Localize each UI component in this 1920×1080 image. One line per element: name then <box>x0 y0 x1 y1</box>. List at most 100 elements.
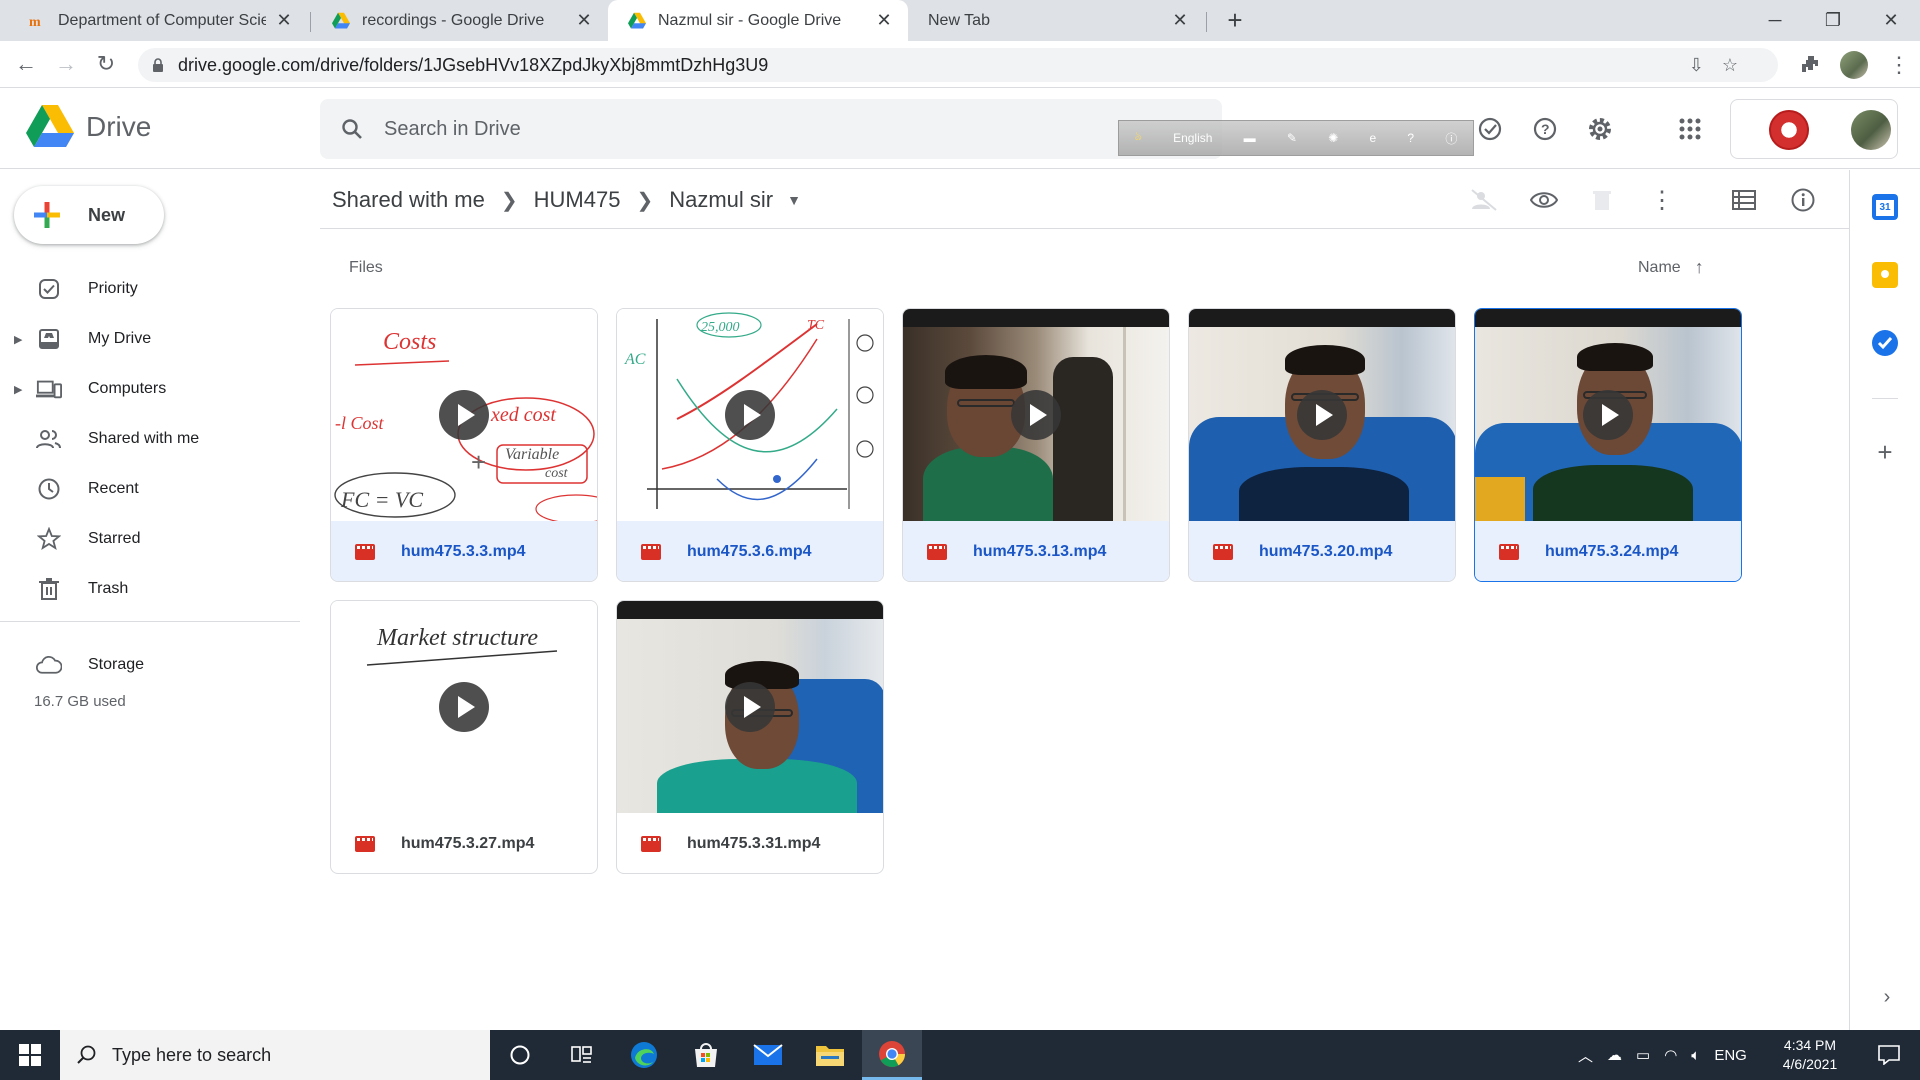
taskbar-search-input[interactable]: Type here to search <box>60 1030 490 1080</box>
ready-offline-icon[interactable] <box>1472 111 1508 147</box>
calendar-icon[interactable]: 31 <box>1872 194 1898 220</box>
extensions-icon[interactable] <box>1800 51 1822 79</box>
expand-caret-icon[interactable]: ▶ <box>14 333 22 346</box>
file-explorer-icon[interactable] <box>800 1030 860 1080</box>
task-view-icon[interactable] <box>552 1030 612 1080</box>
taskbar-clock[interactable]: 4:34 PM 4/6/2021 <box>1770 1036 1850 1074</box>
microsoft-store-icon[interactable] <box>676 1030 736 1080</box>
restore-icon[interactable]: ❐ <box>1804 0 1862 41</box>
sidebar-item-priority[interactable]: Priority <box>0 264 300 314</box>
sidebar-item-my-drive[interactable]: ▶ My Drive <box>0 314 300 364</box>
mail-icon[interactable] <box>738 1030 798 1080</box>
sidebar-item-shared-with-me[interactable]: Shared with me <box>0 414 300 464</box>
sidebar-item-starred[interactable]: Starred <box>0 514 300 564</box>
drive-logo[interactable]: Drive <box>26 105 151 149</box>
drive-search-input[interactable]: Search in Drive <box>320 99 1222 159</box>
sort-label[interactable]: Name <box>1638 259 1681 277</box>
bookmark-star-icon[interactable]: ☆ <box>1722 55 1738 76</box>
tab-recordings[interactable]: recordings - Google Drive ✕ <box>312 0 608 41</box>
back-icon[interactable]: ← <box>12 51 40 79</box>
help-icon[interactable]: ? <box>1527 111 1563 147</box>
windows-start-icon[interactable] <box>0 1030 60 1080</box>
settings-gear-icon[interactable] <box>1582 111 1618 147</box>
file-card[interactable]: hum475.3.20.mp4 <box>1188 308 1456 582</box>
action-center-icon[interactable] <box>1858 1030 1920 1080</box>
show-hidden-icons-chevron-icon[interactable]: ︿ <box>1578 1045 1593 1066</box>
close-tab-icon[interactable]: ✕ <box>874 10 894 31</box>
collapse-panel-chevron-icon[interactable]: › <box>1874 986 1900 1012</box>
battery-icon[interactable]: ▭ <box>1636 1046 1650 1064</box>
search-icon[interactable] <box>340 117 364 141</box>
close-tab-icon[interactable]: ✕ <box>274 10 294 31</box>
chrome-taskbar-icon[interactable] <box>862 1030 922 1080</box>
address-bar[interactable]: drive.google.com/drive/folders/1JGsebHVv… <box>138 48 1778 82</box>
close-tab-icon[interactable]: ✕ <box>574 10 594 31</box>
volume-icon[interactable]: 🔈︎ <box>1691 1047 1700 1064</box>
file-thumbnail[interactable] <box>1189 309 1455 521</box>
file-thumbnail[interactable]: Market structure <box>331 601 597 813</box>
input-language[interactable]: ENG <box>1714 1047 1747 1064</box>
sidebar-item-computers[interactable]: ▶ Computers <box>0 364 300 414</box>
info-icon[interactable] <box>1785 182 1821 218</box>
chrome-menu-icon[interactable]: ⋮ <box>1888 51 1910 79</box>
tab-nazmul-sir[interactable]: Nazmul sir - Google Drive ✕ <box>608 0 908 41</box>
account-switcher[interactable] <box>1730 99 1898 159</box>
file-card[interactable]: hum475.3.31.mp4 <box>616 600 884 874</box>
breadcrumb-hum475[interactable]: HUM475 <box>534 187 621 213</box>
cortana-icon[interactable] <box>490 1030 550 1080</box>
language-bar[interactable]: ঌ English ▬ ✎ ✺ e ? ⓘ <box>1118 120 1474 156</box>
file-thumbnail[interactable] <box>1475 309 1741 521</box>
breadcrumb-shared-with-me[interactable]: Shared with me <box>332 187 485 213</box>
minimize-icon[interactable]: ─ <box>1746 0 1804 41</box>
file-card-selected[interactable]: hum475.3.24.mp4 <box>1474 308 1742 582</box>
keep-icon[interactable] <box>1872 262 1898 288</box>
file-thumbnail[interactable]: AC TC 25,000 <box>617 309 883 521</box>
apps-grid-icon[interactable] <box>1672 111 1708 147</box>
install-app-icon[interactable]: ⇩ <box>1689 55 1704 76</box>
file-name-bar[interactable]: hum475.3.13.mp4 <box>903 521 1169 581</box>
play-icon[interactable] <box>725 390 775 440</box>
play-icon[interactable] <box>1011 390 1061 440</box>
file-card[interactable]: Market structure hum475.3.27.mp4 <box>330 600 598 874</box>
new-button[interactable]: New <box>14 186 164 244</box>
sidebar-item-storage[interactable]: Storage <box>0 640 300 690</box>
file-thumbnail[interactable] <box>903 309 1169 521</box>
edge-browser-icon[interactable] <box>614 1030 674 1080</box>
more-actions-icon[interactable]: ⋮ <box>1644 182 1680 218</box>
folder-dropdown-icon[interactable]: ▼ <box>787 192 801 208</box>
wifi-icon[interactable]: ◠ <box>1664 1046 1677 1064</box>
play-icon[interactable] <box>1583 390 1633 440</box>
tasks-icon[interactable] <box>1872 330 1898 356</box>
breadcrumb-current-folder[interactable]: Nazmul sir <box>669 187 773 213</box>
file-name-bar[interactable]: hum475.3.24.mp4 <box>1475 521 1741 581</box>
file-card[interactable]: hum475.3.13.mp4 <box>902 308 1170 582</box>
close-window-icon[interactable]: ✕ <box>1862 0 1920 41</box>
sort-ascending-icon[interactable]: ↑ <box>1695 257 1704 278</box>
expand-caret-icon[interactable]: ▶ <box>14 383 22 396</box>
sidebar-item-recent[interactable]: Recent <box>0 464 300 514</box>
profile-avatar[interactable] <box>1840 51 1868 79</box>
file-name-bar[interactable]: hum475.3.3.mp4 <box>331 521 597 581</box>
get-add-ons-plus-icon[interactable]: + <box>1872 439 1898 466</box>
play-icon[interactable] <box>439 682 489 732</box>
file-card[interactable]: Costs xed cost Variable cost FC = VC + -… <box>330 308 598 582</box>
file-thumbnail[interactable] <box>617 601 883 813</box>
file-name-bar[interactable]: hum475.3.20.mp4 <box>1189 521 1455 581</box>
play-icon[interactable] <box>439 390 489 440</box>
file-name-bar[interactable]: hum475.3.6.mp4 <box>617 521 883 581</box>
sort-by-name[interactable]: Name ↑ <box>1638 257 1704 278</box>
preview-eye-icon[interactable] <box>1526 182 1562 218</box>
tab-new-tab[interactable]: New Tab ✕ <box>908 0 1204 41</box>
file-card[interactable]: AC TC 25,000 hum475.3.6.mp4 <box>616 308 884 582</box>
language-label[interactable]: English <box>1173 131 1212 145</box>
file-name-bar[interactable]: hum475.3.31.mp4 <box>617 813 883 873</box>
play-icon[interactable] <box>725 682 775 732</box>
list-view-icon[interactable] <box>1726 182 1762 218</box>
sidebar-item-trash[interactable]: Trash <box>0 564 300 614</box>
close-tab-icon[interactable]: ✕ <box>1170 10 1190 31</box>
new-tab-button[interactable]: + <box>1220 6 1250 36</box>
reload-icon[interactable]: ↻ <box>92 51 120 79</box>
onedrive-cloud-icon[interactable]: ☁ <box>1607 1046 1622 1064</box>
file-thumbnail[interactable]: Costs xed cost Variable cost FC = VC + -… <box>331 309 597 521</box>
account-avatar[interactable] <box>1851 110 1891 150</box>
